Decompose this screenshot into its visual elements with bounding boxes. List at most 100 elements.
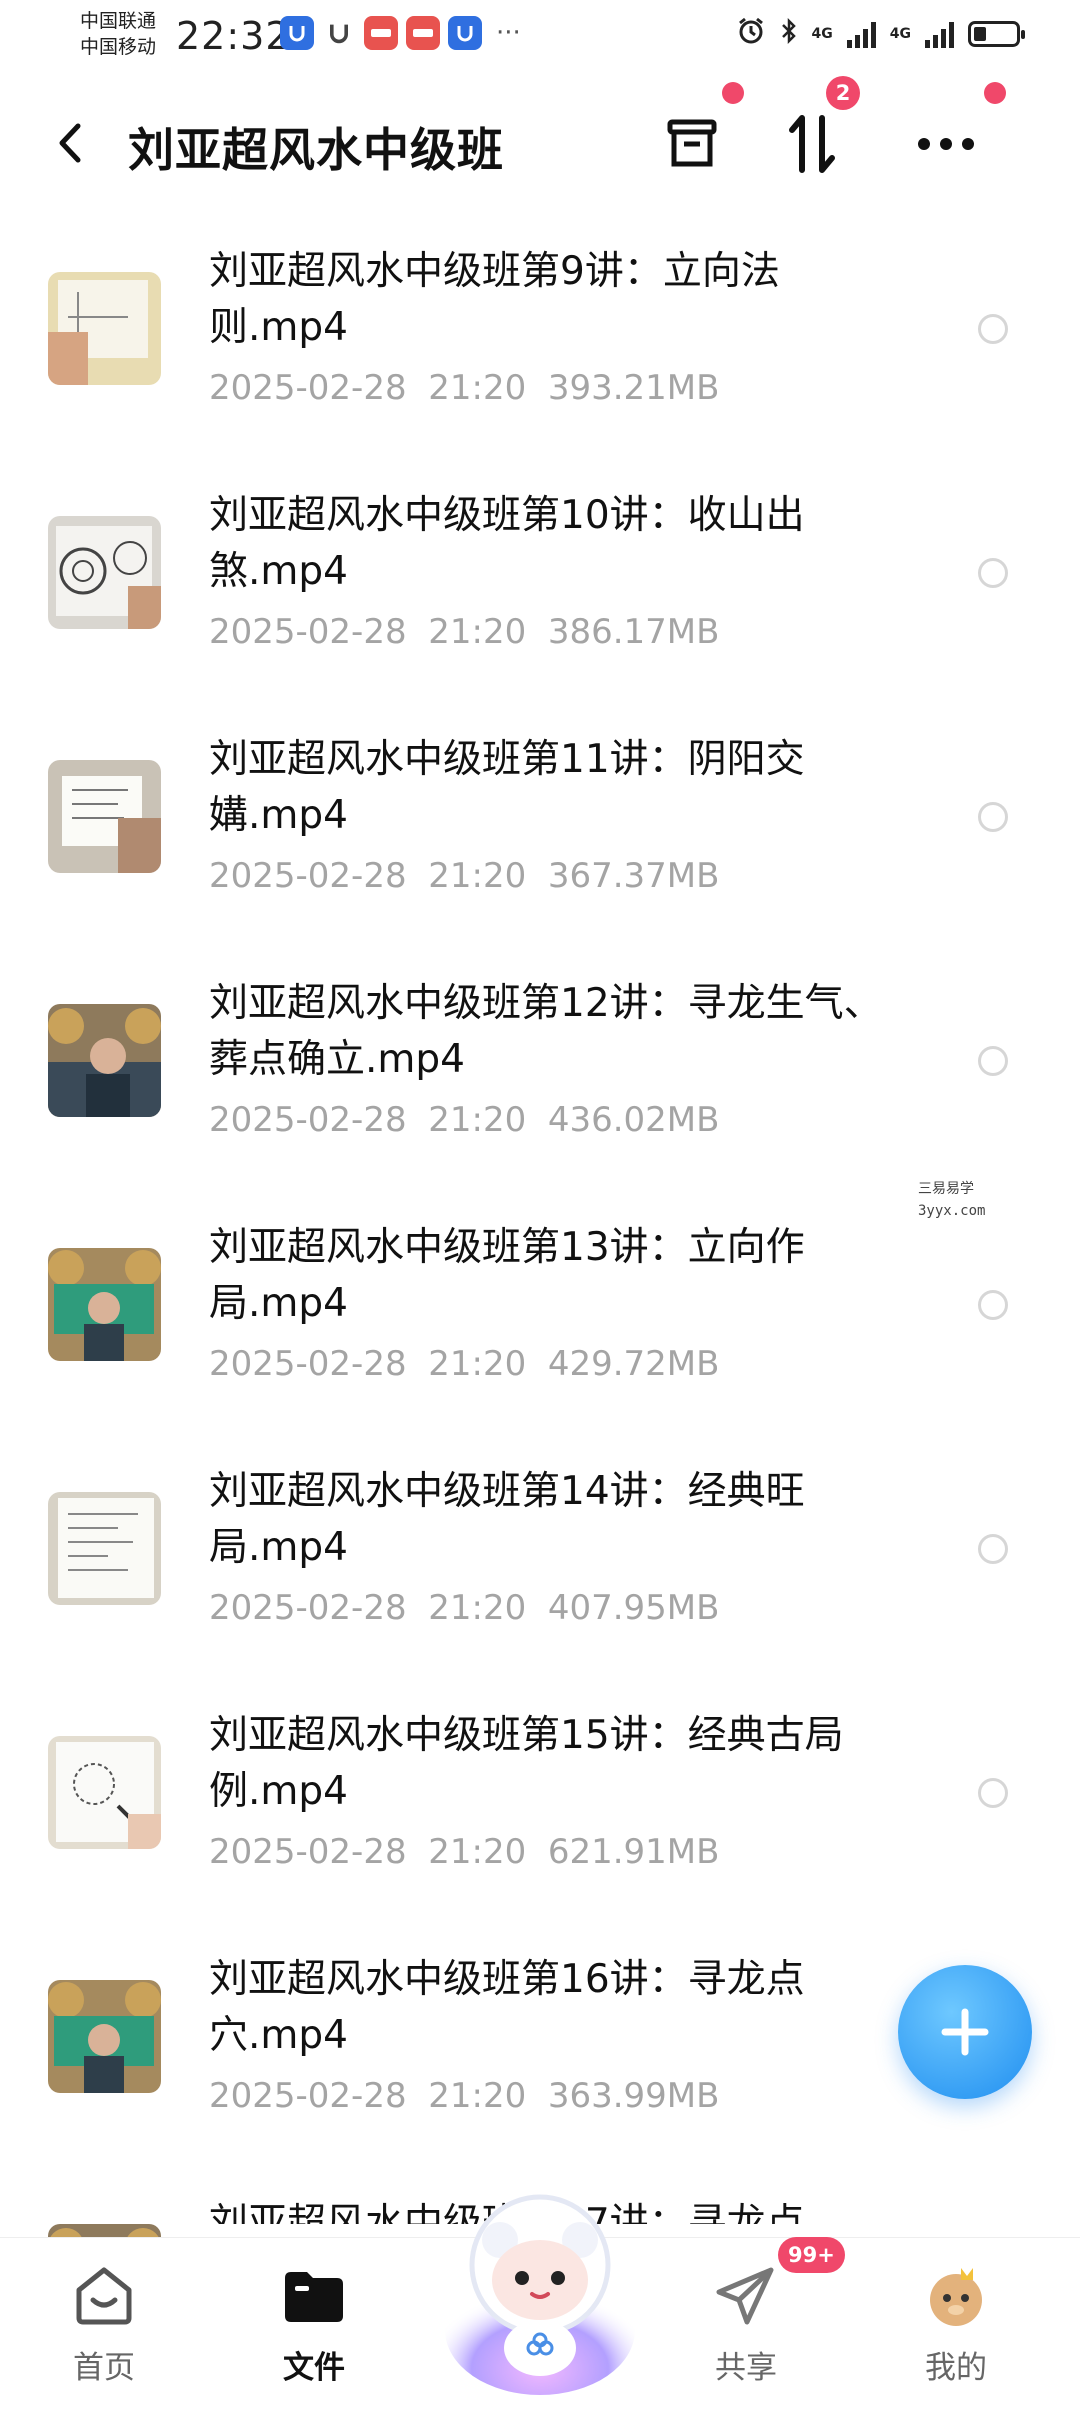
file-name: 刘亚超风水中级班第13讲：立向作局.mp4 [209, 1225, 805, 1326]
file-meta: 2025-02-28 21:20 367.37MB [209, 856, 719, 896]
back-button[interactable] [50, 118, 90, 168]
signal-icon [846, 20, 876, 48]
file-size: 436.02MB [547, 1100, 720, 1140]
file-meta: 2025-02-28 21:20 407.95MB [209, 1588, 719, 1628]
video-thumbnail [48, 1736, 161, 1849]
file-meta: 2025-02-28 21:20 386.17MB [209, 612, 719, 652]
file-time: 21:20 [428, 1832, 527, 1872]
file-meta: 2025-02-28 21:20 436.02MB [209, 1100, 719, 1140]
tab-files-label: 文件 [283, 2350, 345, 2386]
watermark: 三易易学 3yyx.com [918, 1178, 985, 1222]
file-row[interactable]: 刘亚超风水中级班第13讲：立向作局.mp4 2025-02-28 21:20 42… [0, 1204, 1080, 1448]
tab-share-label: 共享 [715, 2350, 777, 2386]
file-time: 21:20 [428, 1588, 527, 1628]
more-icon [918, 138, 974, 150]
file-row[interactable]: 刘亚超风水中级班第10讲：收山出煞.mp4 2025-02-28 21:20 38… [0, 472, 1080, 716]
profile-avatar-icon [930, 2268, 982, 2326]
watermark-line-2: 3yyx.com [918, 1203, 986, 1219]
video-thumbnail [48, 1248, 161, 1361]
file-row[interactable]: 刘亚超风水中级班第15讲：经典古局例.mp4 2025-02-28 21:20 6… [0, 1692, 1080, 1936]
video-thumbnail [48, 1004, 161, 1117]
video-thumbnail [48, 1492, 161, 1605]
folder-icon [285, 2272, 343, 2322]
tab-mine-label: 我的 [925, 2350, 987, 2386]
app-notification-icon [322, 16, 356, 50]
carrier-2: 中国移动 [80, 36, 157, 58]
file-row[interactable]: 刘亚超风水中级班第12讲：寻龙生气、葬点确立.mp4 2025-02-28 21:… [0, 960, 1080, 1204]
notification-dot [984, 82, 1006, 104]
bluetooth-icon [780, 16, 798, 51]
carrier-1: 中国联通 [80, 10, 157, 32]
file-list: 刘亚超风水中级班第9讲：立向法则.mp4 2025-02-28 21:20 393… [0, 228, 1080, 2424]
select-radio[interactable] [978, 1534, 1008, 1564]
plus-icon [941, 2008, 989, 2056]
file-name: 刘亚超风水中级班第10讲：收山出煞.mp4 [209, 493, 805, 594]
file-name: 刘亚超风水中级班第9讲：立向法则.mp4 [209, 249, 780, 350]
add-button[interactable] [898, 1965, 1032, 2099]
tab-mine[interactable]: 我的 [876, 2238, 1036, 2401]
video-thumbnail [48, 272, 161, 385]
file-time: 21:20 [428, 1100, 527, 1140]
file-name: 刘亚超风水中级班第12讲：寻龙生气、葬点确立.mp4 [209, 981, 883, 1082]
file-time: 21:20 [428, 612, 527, 652]
file-name: 刘亚超风水中级班第16讲：寻龙点穴.mp4 [209, 1957, 805, 2058]
carrier-labels: 中国联通 中国移动 [80, 8, 156, 60]
file-name: 刘亚超风水中级班第14讲：经典旺局.mp4 [209, 1469, 805, 1570]
file-date: 2025-02-28 [209, 368, 407, 408]
sort-button[interactable] [772, 104, 852, 184]
file-time: 21:20 [428, 1344, 527, 1384]
chevron-left-icon [59, 123, 81, 163]
app-notification-icon [448, 16, 482, 50]
file-row[interactable]: 刘亚超风水中级班第11讲：阴阳交媾.mp4 2025-02-28 21:20 36… [0, 716, 1080, 960]
alarm-icon [736, 16, 766, 51]
battery-icon [968, 20, 1025, 47]
file-row[interactable]: 刘亚超风水中级班第14讲：经典旺局.mp4 2025-02-28 21:20 40… [0, 1448, 1080, 1692]
signal-icon [925, 20, 954, 48]
header: 刘亚超风水中级班 2 [0, 76, 1080, 200]
select-radio[interactable] [978, 1046, 1008, 1076]
file-time: 21:20 [428, 368, 527, 408]
file-name: 刘亚超风水中级班第11讲：阴阳交媾.mp4 [209, 737, 805, 838]
trash-button[interactable] [652, 104, 732, 184]
tab-home[interactable]: 首页 [24, 2238, 184, 2401]
file-size: 363.99MB [547, 2076, 720, 2116]
file-meta: 2025-02-28 21:20 363.99MB [209, 2076, 719, 2116]
select-radio[interactable] [978, 1290, 1008, 1320]
file-row[interactable]: 刘亚超风水中级班第9讲：立向法则.mp4 2025-02-28 21:20 393… [0, 228, 1080, 472]
file-date: 2025-02-28 [209, 1832, 407, 1872]
file-size: 621.91MB [547, 1832, 720, 1872]
file-meta: 2025-02-28 21:20 621.91MB [209, 1832, 719, 1872]
file-time: 21:20 [428, 2076, 527, 2116]
more-notifications-icon: ··· [496, 18, 521, 48]
file-date: 2025-02-28 [209, 1100, 407, 1140]
assistant-mascot-button[interactable] [430, 2170, 650, 2400]
file-size: 429.72MB [547, 1344, 720, 1384]
select-radio[interactable] [978, 314, 1008, 344]
select-radio[interactable] [978, 1778, 1008, 1808]
trash-icon [667, 119, 717, 167]
sort-icon [789, 115, 835, 173]
select-radio[interactable] [978, 558, 1008, 588]
system-icons: 4G 4G [736, 16, 1025, 51]
mascot-icon [445, 2194, 635, 2395]
home-icon [76, 2267, 132, 2325]
video-thumbnail [48, 760, 161, 873]
file-size: 367.37MB [547, 856, 720, 896]
app-notification-icon [280, 16, 314, 50]
select-radio[interactable] [978, 802, 1008, 832]
clock: 22:32 [176, 14, 291, 58]
status-bar: 中国联通 中国移动 22:32 ··· 4G 4G [0, 0, 1080, 76]
app-notification-icon [364, 16, 398, 50]
tab-home-label: 首页 [73, 2350, 135, 2386]
file-size: 386.17MB [547, 612, 720, 652]
file-size: 393.21MB [547, 368, 720, 408]
app-notification-icon [406, 16, 440, 50]
share-badge: 99+ [778, 2237, 845, 2273]
file-date: 2025-02-28 [209, 612, 407, 652]
file-date: 2025-02-28 [209, 1588, 407, 1628]
watermark-line-1: 三易易学 [918, 1181, 974, 1197]
tab-files[interactable]: 文件 [234, 2238, 394, 2401]
more-button[interactable] [906, 104, 986, 184]
file-meta: 2025-02-28 21:20 393.21MB [209, 368, 719, 408]
file-name: 刘亚超风水中级班第15讲：经典古局例.mp4 [209, 1713, 844, 1814]
